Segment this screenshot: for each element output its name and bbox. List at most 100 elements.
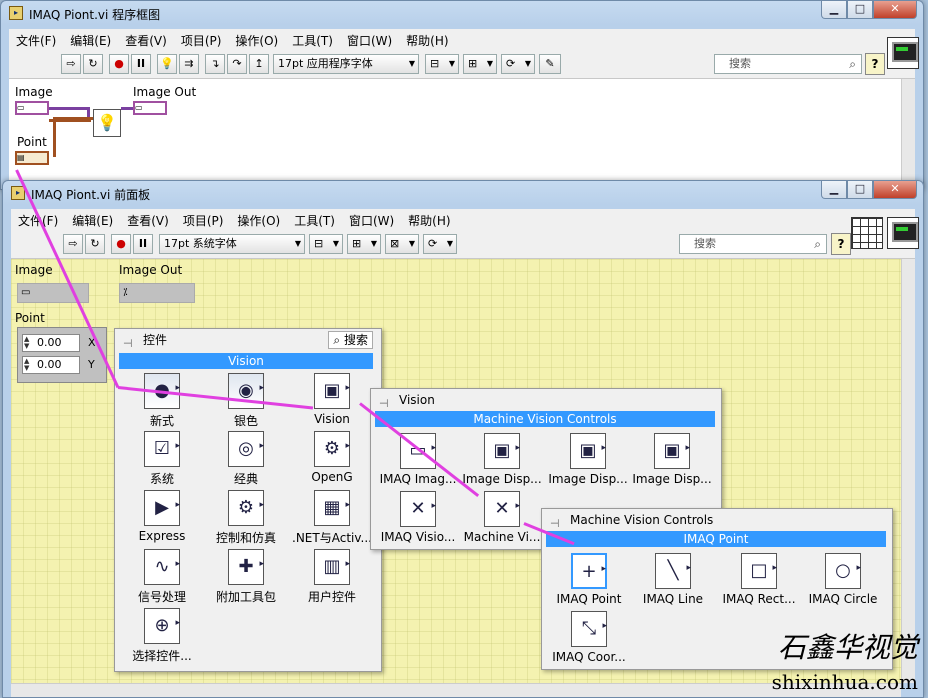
vision-palette-header[interactable]: ⊣ Vision <box>371 389 721 413</box>
cleanup-icon[interactable]: ✎ <box>539 54 561 74</box>
close-button[interactable]: ✕ <box>873 1 917 19</box>
vision-item-imaq-vision[interactable]: ✕ IMAQ Visio... <box>373 489 463 544</box>
menu-view[interactable]: 查看(V) <box>118 32 174 49</box>
mvc-item-imaq-line[interactable]: ╲ IMAQ Line <box>628 551 718 606</box>
run-arrow-icon[interactable]: ⇨ <box>63 234 83 254</box>
palette-item-select-control[interactable]: ⊕ 选择控件... <box>117 606 207 664</box>
search-icon[interactable]: ⌕ <box>849 55 856 73</box>
menu-window[interactable]: 窗口(W) <box>340 32 399 49</box>
vision-item-image-display-2[interactable]: ▣ Image Disp... <box>543 431 633 486</box>
fp-titlebar[interactable]: ▸ IMAQ Piont.vi 前面板 ▁ □ ✕ <box>3 181 923 207</box>
image-display-icon: ▣ <box>484 431 520 469</box>
resize-icon[interactable]: ⊠ <box>385 234 419 254</box>
palette-item-classic[interactable]: ◎ 经典 <box>201 429 291 487</box>
distribute-icon[interactable]: ⊞ <box>347 234 381 254</box>
vision-item-image-display-3[interactable]: ▣ Image Disp... <box>627 431 717 486</box>
maximize-button[interactable]: □ <box>847 1 873 19</box>
connector-pane-icon[interactable] <box>851 217 883 249</box>
palette-item-user-controls[interactable]: ▥ 用户控件 <box>287 547 377 605</box>
abort-icon[interactable]: ● <box>111 234 131 254</box>
item-label: OpenG <box>311 470 353 484</box>
run-arrow-icon[interactable]: ⇨ <box>61 54 81 74</box>
point-x-numeric[interactable]: ▲ ▼ 0.00 <box>22 334 80 352</box>
distribute-icon[interactable]: ⊞ <box>463 54 497 74</box>
align-icon[interactable]: ⊟ <box>309 234 343 254</box>
menu-edit[interactable]: 编辑(E) <box>63 32 118 49</box>
pause-icon[interactable]: II <box>131 54 151 74</box>
help-icon[interactable]: ? <box>865 53 885 75</box>
machine-vision-icon: ✕ <box>484 489 520 527</box>
controls-palette-header[interactable]: ⊣ 控件 ⌕ 搜索 <box>115 329 381 353</box>
palette-item-system[interactable]: ☑ 系统 <box>117 429 207 487</box>
bd-point-terminal[interactable]: ▤ <box>15 151 49 165</box>
menu-tools[interactable]: 工具(T) <box>287 212 342 229</box>
imaq-node-bulb-icon[interactable]: 💡 <box>93 109 121 137</box>
point-y-numeric[interactable]: ▲ ▼ 0.00 <box>22 356 80 374</box>
mvc-item-imaq-rect[interactable]: □ IMAQ Rect... <box>714 551 804 606</box>
pause-icon[interactable]: II <box>133 234 153 254</box>
spin-arrows-icon[interactable]: ▲ ▼ <box>24 358 29 372</box>
palette-item-signal-processing[interactable]: ∿ 信号处理 <box>117 547 207 605</box>
mvc-item-imaq-circle[interactable]: ○ IMAQ Circle <box>798 551 888 606</box>
menu-help[interactable]: 帮助(H) <box>399 32 455 49</box>
search-input[interactable]: 搜索 ⌕ <box>679 234 827 254</box>
font-select[interactable]: 17pt 应用程序字体 <box>273 54 419 74</box>
spin-arrows-icon[interactable]: ▲ ▼ <box>24 336 29 350</box>
font-select[interactable]: 17pt 系统字体 <box>159 234 305 254</box>
item-label: IMAQ Circle <box>808 592 878 606</box>
step-into-icon[interactable]: ↴ <box>205 54 225 74</box>
step-out-icon[interactable]: ↥ <box>249 54 269 74</box>
menu-window[interactable]: 窗口(W) <box>342 212 401 229</box>
run-continuous-icon[interactable]: ↻ <box>85 234 105 254</box>
abort-icon[interactable]: ● <box>109 54 129 74</box>
align-icon[interactable]: ⊟ <box>425 54 459 74</box>
vision-item-image-display-1[interactable]: ▣ Image Disp... <box>457 431 547 486</box>
menu-project[interactable]: 项目(P) <box>176 212 231 229</box>
coordinate-icon: ⤡ <box>571 609 607 647</box>
bd-scrollbar[interactable] <box>901 79 915 189</box>
mvc-palette-header[interactable]: ⊣ Machine Vision Controls <box>542 509 892 533</box>
reorder-icon[interactable]: ⟳ <box>501 54 535 74</box>
image-out-indicator[interactable]: ⁒ <box>119 283 195 303</box>
mvc-item-imaq-coord[interactable]: ⤡ IMAQ Coor... <box>544 609 634 664</box>
step-over-icon[interactable]: ↷ <box>227 54 247 74</box>
search-input[interactable]: 搜索 ⌕ <box>714 54 862 74</box>
palette-search-button[interactable]: ⌕ 搜索 <box>328 331 373 349</box>
maximize-button[interactable]: □ <box>847 181 873 199</box>
menu-edit[interactable]: 编辑(E) <box>65 212 120 229</box>
bd-titlebar[interactable]: ▸ IMAQ Piont.vi 程序框图 ▁ □ ✕ <box>1 1 923 27</box>
menu-view[interactable]: 查看(V) <box>120 212 176 229</box>
vision-item-imaq-image[interactable]: ▭IMAQ Imag... <box>373 431 463 486</box>
bd-image-terminal[interactable]: ▭ <box>15 101 49 115</box>
menu-help[interactable]: 帮助(H) <box>401 212 457 229</box>
palette-item-vision[interactable]: ▣ Vision <box>287 371 377 426</box>
menu-tools[interactable]: 工具(T) <box>285 32 340 49</box>
mvc-item-imaq-point[interactable]: + IMAQ Point <box>544 552 634 606</box>
palette-item-openg[interactable]: ⚙ OpenG <box>287 429 377 484</box>
palette-item-dotnet[interactable]: ▦ .NET与Activ... <box>287 488 377 546</box>
run-continuous-icon[interactable]: ↻ <box>83 54 103 74</box>
palette-item-addons[interactable]: ✚ 附加工具包 <box>201 547 291 605</box>
menu-project[interactable]: 项目(P) <box>174 32 229 49</box>
palette-item-express[interactable]: ▶ Express <box>117 488 207 543</box>
palette-item-control-sim[interactable]: ⚙ 控制和仿真 <box>201 488 291 546</box>
palette-item-modern[interactable]: ●新式 <box>117 371 207 429</box>
minimize-button[interactable]: ▁ <box>821 1 847 19</box>
fp-scrollbar-v[interactable] <box>901 259 915 683</box>
vi-connector-icon[interactable] <box>887 217 919 249</box>
minimize-button[interactable]: ▁ <box>821 181 847 199</box>
search-icon[interactable]: ⌕ <box>814 235 821 253</box>
vision-item-machine-vision[interactable]: ✕ Machine Vi... <box>457 489 547 544</box>
menu-operate[interactable]: 操作(O) <box>228 32 285 49</box>
menu-operate[interactable]: 操作(O) <box>230 212 287 229</box>
bd-image-out-terminal[interactable]: ▭ <box>133 101 167 115</box>
highlight-bulb-icon[interactable]: 💡 <box>157 54 177 74</box>
reorder-icon[interactable]: ⟳ <box>423 234 457 254</box>
menu-file[interactable]: 文件(F) <box>9 32 63 49</box>
retain-wire-icon[interactable]: ⇉ <box>179 54 199 74</box>
help-icon[interactable]: ? <box>831 233 851 255</box>
close-button[interactable]: ✕ <box>873 181 917 199</box>
pin-icon[interactable]: ⊣ <box>123 333 133 355</box>
vi-connector-icon[interactable] <box>887 37 919 69</box>
fp-scrollbar-h[interactable] <box>11 683 901 697</box>
